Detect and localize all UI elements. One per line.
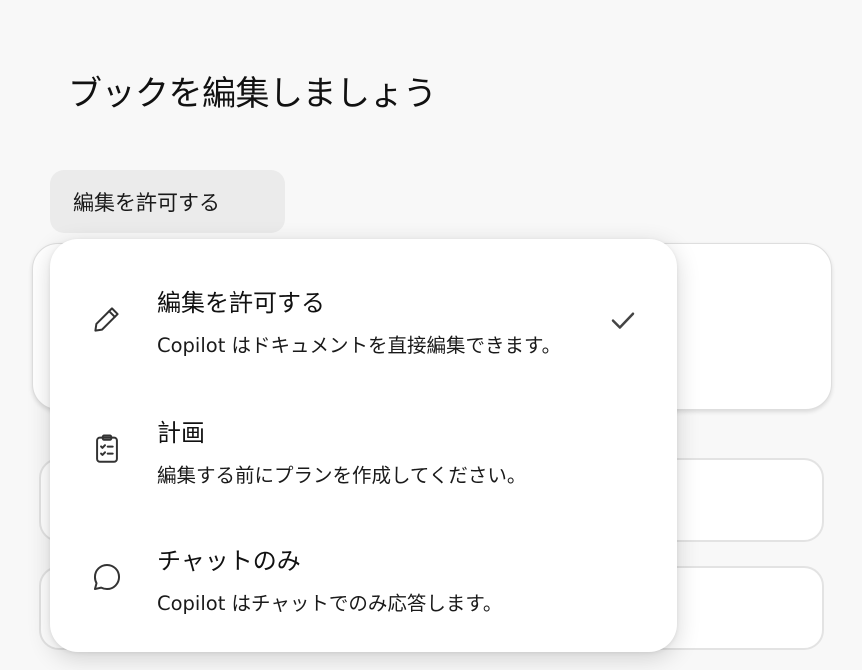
edit-mode-trigger-label: 編集を許可する	[73, 190, 220, 215]
page-title: ブックを編集しましょう	[68, 74, 437, 114]
option-allow-edit[interactable]: 編集を許可する Copilot はドキュメントを直接編集できます。	[50, 279, 677, 395]
option-plan[interactable]: 計画 編集する前にプランを作成してください。	[50, 409, 677, 525]
option-plan-title: 計画	[157, 419, 205, 447]
edit-mode-dropdown-menu: 編集を許可する Copilot はドキュメントを直接編集できます。 計画 編集す…	[50, 239, 677, 652]
option-chat-only-description: Copilot はチャットでのみ応答します。	[157, 592, 503, 615]
chat-bubble-icon	[89, 559, 125, 595]
clipboard-checklist-icon	[89, 431, 125, 467]
option-allow-edit-description: Copilot はドキュメントを直接編集できます。	[157, 334, 562, 357]
option-chat-only-title: チャットのみ	[157, 547, 301, 575]
option-allow-edit-title: 編集を許可する	[157, 289, 325, 317]
pencil-icon	[89, 301, 125, 337]
option-plan-description: 編集する前にプランを作成してください。	[157, 464, 527, 487]
option-chat-only[interactable]: チャットのみ Copilot はチャットでのみ応答します。	[50, 537, 677, 653]
edit-mode-dropdown-trigger[interactable]: 編集を許可する	[50, 170, 285, 233]
checkmark-icon	[611, 312, 635, 329]
